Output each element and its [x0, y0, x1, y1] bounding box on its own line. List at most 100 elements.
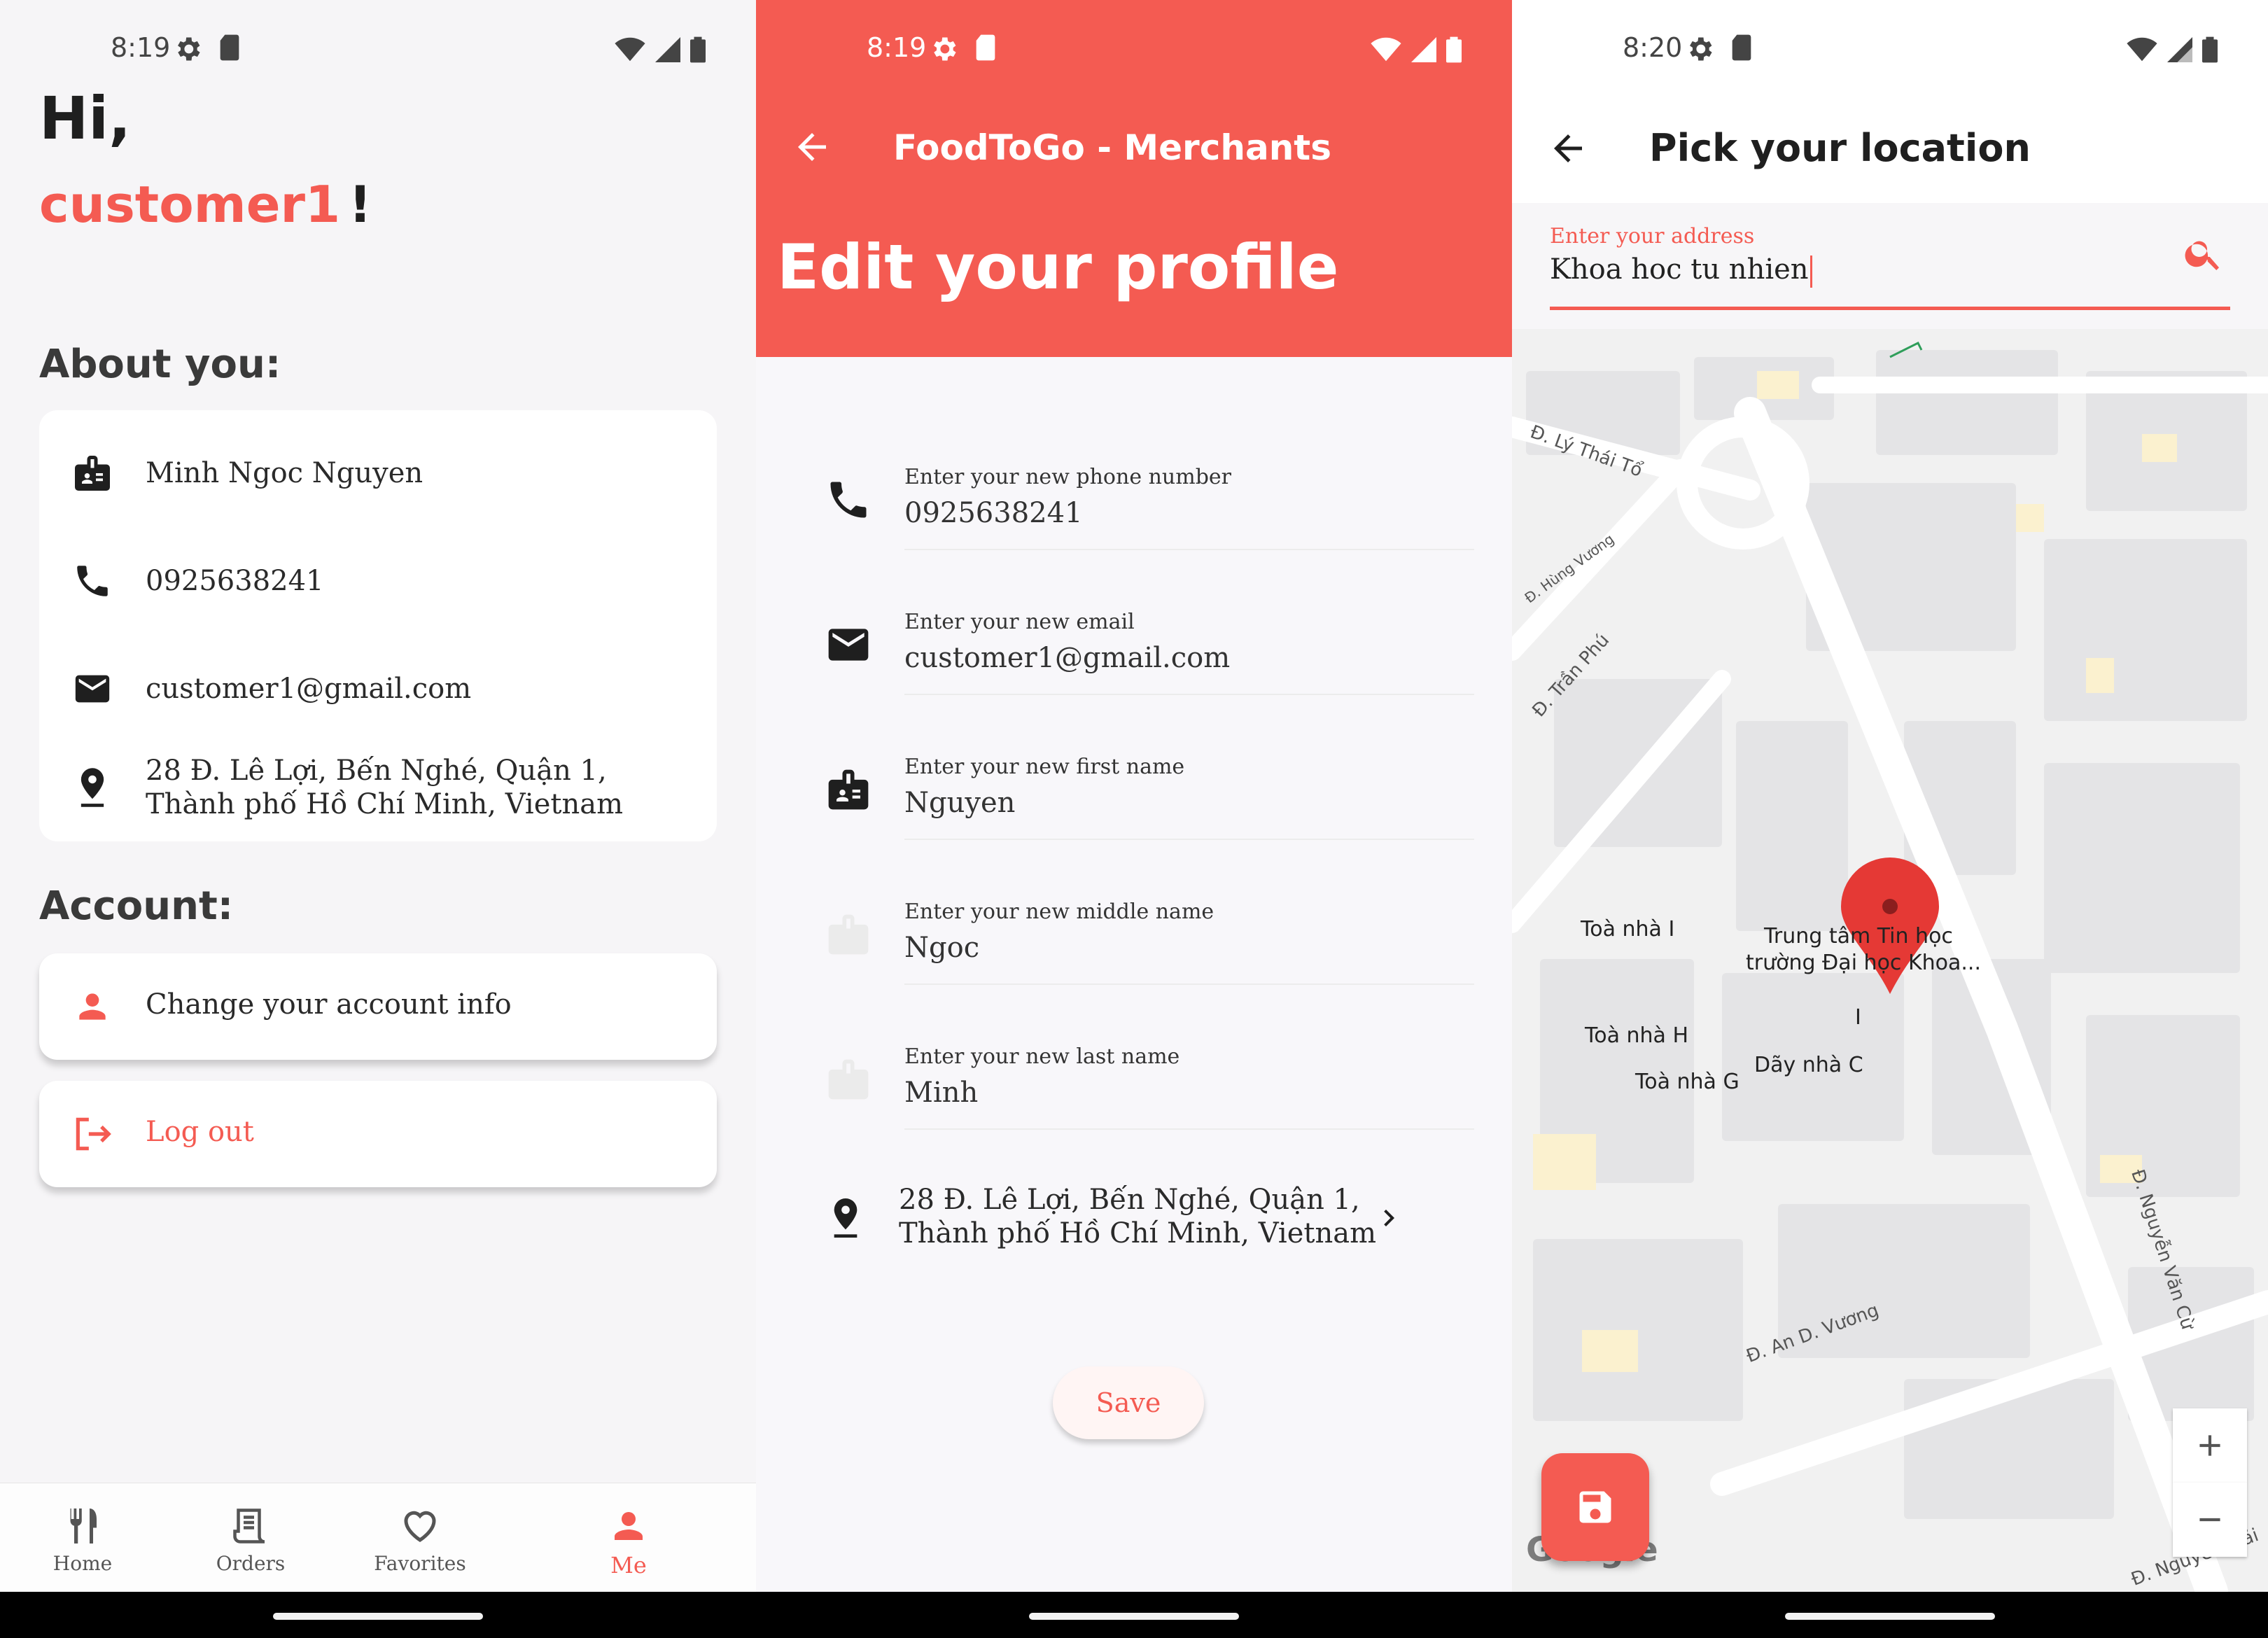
- account-title: Account:: [39, 883, 234, 929]
- mail-icon: [70, 666, 115, 711]
- back-arrow-icon[interactable]: [1547, 127, 1589, 169]
- place-label[interactable]: Toà nhà I: [1581, 917, 1674, 941]
- chevron-right-icon: [1384, 1210, 1394, 1226]
- save-button[interactable]: Save: [1053, 1366, 1204, 1439]
- id-badge-icon: [823, 764, 874, 815]
- zoom-out-button[interactable]: [2173, 1483, 2247, 1557]
- gesture-handle[interactable]: [1785, 1613, 1995, 1620]
- page-title: Edit your profile: [777, 231, 1339, 303]
- email-field[interactable]: Enter your new email customer1@gmail.com: [756, 576, 1512, 709]
- place-label[interactable]: trường Đại học Khoa...: [1746, 951, 1981, 975]
- change-account-info-label: Change your account info: [146, 988, 512, 1021]
- edit-profile-screen: 8:19 FoodToGo - Merchants Edit your prof…: [756, 0, 1512, 1638]
- receipt-icon: [195, 1503, 307, 1549]
- about-name: Minh Ngoc Nguyen: [146, 457, 424, 489]
- place-label[interactable]: Trung tâm Tin học: [1764, 924, 1953, 948]
- system-nav-bar: [1512, 1592, 2268, 1638]
- phone-field-value[interactable]: 0925638241: [904, 497, 1083, 529]
- nav-favorites[interactable]: Favorites: [364, 1503, 476, 1575]
- address-underline: [1550, 307, 2230, 310]
- about-phone: 0925638241: [146, 565, 324, 597]
- address-row[interactable]: 28 Đ. Lê Lợi, Bến Nghé, Quận 1, Thành ph…: [756, 1169, 1512, 1267]
- address-input-value[interactable]: Khoa hoc tu nhien: [1550, 253, 1812, 288]
- floppy-disk-icon: [1579, 1491, 1611, 1523]
- divider: [904, 1128, 1474, 1130]
- username: customer1: [39, 175, 341, 234]
- save-location-button[interactable]: [1541, 1453, 1649, 1561]
- logout-button[interactable]: Log out: [39, 1081, 717, 1187]
- about-email: customer1@gmail.com: [146, 673, 472, 705]
- first-name-field-value[interactable]: Nguyen: [904, 787, 1015, 819]
- bottom-navigation: Home Orders Favorites Me: [0, 1483, 756, 1592]
- middle-name-field[interactable]: Enter your new middle name Ngoc: [756, 866, 1512, 999]
- divider: [904, 694, 1474, 695]
- status-time: 8:19: [111, 32, 171, 63]
- address-input[interactable]: Enter your address Khoa hoc tu nhien: [1512, 203, 2268, 329]
- heart-icon: [364, 1503, 476, 1549]
- wifi-icon: [1371, 37, 1401, 62]
- settings-icon: [178, 37, 200, 61]
- change-account-info-button[interactable]: Change your account info: [39, 953, 717, 1060]
- about-email-row: customer1@gmail.com: [39, 654, 717, 724]
- battery-icon: [690, 36, 706, 63]
- page-title: Pick your location: [1649, 126, 2031, 170]
- app-title: FoodToGo - Merchants: [893, 127, 1331, 168]
- last-name-field-value[interactable]: Minh: [904, 1077, 978, 1109]
- minus-icon: [2199, 1518, 2220, 1522]
- pick-location-screen: 8:20 Pick your location Enter your addre…: [1512, 0, 2268, 1638]
- location-pin-icon: [70, 765, 115, 810]
- nav-orders-label: Orders: [216, 1552, 286, 1575]
- settings-icon: [1690, 37, 1712, 61]
- sd-card-icon: [976, 34, 995, 61]
- nav-favorites-label: Favorites: [374, 1552, 466, 1575]
- id-badge-icon: [823, 909, 874, 960]
- id-badge-icon: [823, 1054, 874, 1105]
- profile-screen: 8:19 Hi, customer1 ! About you: Minh Ngo…: [0, 0, 756, 1638]
- username-row: customer1 !: [39, 175, 372, 234]
- map-view[interactable]: Đ. Lý Thái Tổ Đ. Hùng Vương Đ. Trần Phú …: [1512, 329, 2268, 1592]
- place-label[interactable]: Toà nhà G: [1635, 1070, 1740, 1094]
- middle-name-field-value[interactable]: Ngoc: [904, 932, 979, 964]
- email-field-value[interactable]: customer1@gmail.com: [904, 642, 1230, 674]
- about-address-row: 28 Đ. Lê Lợi, Bến Nghé, Quận 1, Thành ph…: [39, 749, 717, 826]
- back-arrow-icon[interactable]: [791, 126, 833, 168]
- last-name-field[interactable]: Enter your new last name Minh: [756, 1011, 1512, 1144]
- place-label[interactable]: Toà nhà H: [1585, 1023, 1688, 1048]
- zoom-in-button[interactable]: [2173, 1408, 2247, 1483]
- signal-icon: [2167, 37, 2192, 62]
- exclamation: !: [349, 175, 372, 234]
- search-icon[interactable]: [2183, 232, 2225, 274]
- logout-icon: [70, 1112, 115, 1156]
- signal-icon: [1411, 37, 1436, 62]
- status-bar: 8:20: [1512, 0, 2268, 105]
- gesture-handle[interactable]: [1029, 1613, 1239, 1620]
- status-bar: 8:19: [756, 0, 1512, 105]
- place-label[interactable]: Dãy nhà C: [1754, 1053, 1863, 1077]
- nav-home[interactable]: Home: [27, 1503, 139, 1575]
- status-time: 8:20: [1623, 32, 1683, 63]
- middle-name-field-label: Enter your new middle name: [904, 899, 1214, 924]
- address-line-2: Thành phố Hồ Chí Minh, Vietnam: [899, 1217, 1376, 1250]
- nav-orders[interactable]: Orders: [195, 1503, 307, 1575]
- phone-icon: [823, 475, 874, 525]
- place-label[interactable]: I: [1855, 1005, 1861, 1030]
- system-nav-bar: [0, 1592, 756, 1638]
- address-line-1: 28 Đ. Lê Lợi, Bến Nghé, Quận 1,: [899, 1184, 1360, 1216]
- about-card: Minh Ngoc Nguyen 0925638241 customer1@gm…: [39, 410, 717, 841]
- phone-field[interactable]: Enter your new phone number 0925638241: [756, 431, 1512, 564]
- about-title: About you:: [39, 342, 281, 387]
- battery-icon: [1446, 36, 1462, 63]
- wifi-icon: [2127, 37, 2157, 62]
- about-name-row: Minh Ngoc Nguyen: [39, 438, 717, 508]
- first-name-field[interactable]: Enter your new first name Nguyen: [756, 721, 1512, 854]
- status-time: 8:19: [867, 32, 927, 63]
- phone-field-label: Enter your new phone number: [904, 465, 1231, 489]
- gesture-handle[interactable]: [273, 1613, 483, 1620]
- nav-me[interactable]: Me: [573, 1503, 685, 1578]
- sd-card-icon: [1732, 34, 1751, 61]
- nav-me-label: Me: [610, 1552, 647, 1578]
- phone-icon: [70, 559, 115, 603]
- about-address: 28 Đ. Lê Lợi, Bến Nghé, Quận 1, Thành ph…: [146, 755, 623, 820]
- address-input-text: Khoa hoc tu nhien: [1550, 253, 1809, 286]
- logout-label: Log out: [146, 1116, 254, 1148]
